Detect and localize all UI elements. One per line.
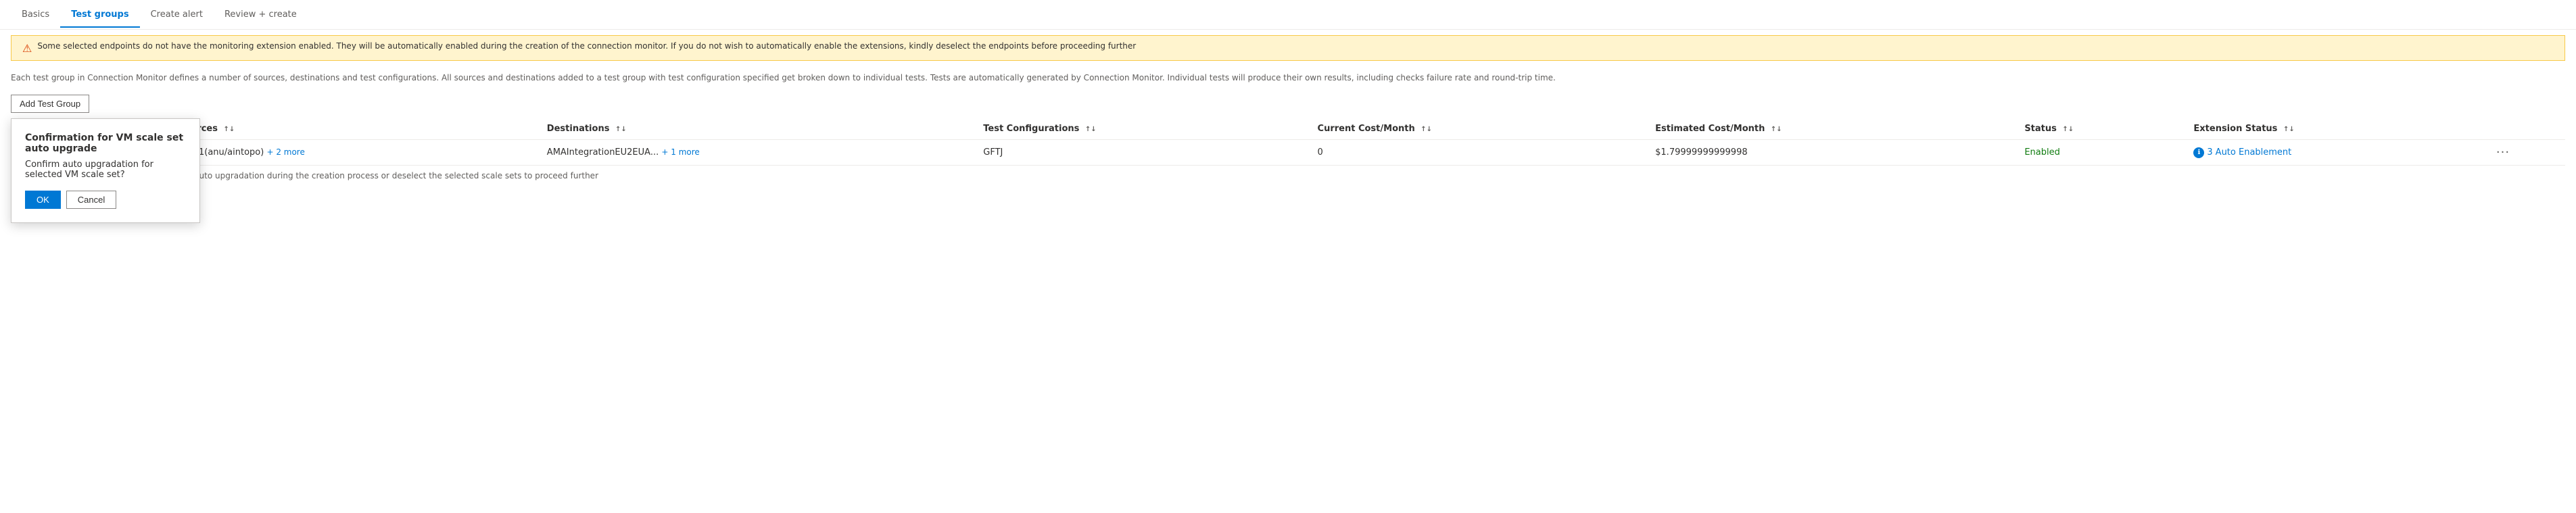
col-estimated-cost: Estimated Cost/Month ↑↓ — [1647, 118, 2016, 140]
row-sources-more[interactable]: + 2 more — [266, 147, 304, 157]
row-estimated-cost-text: $1.79999999999998 — [1655, 147, 1747, 157]
vm-warning-section: Watcher extension enablement. Kindly all… — [11, 171, 2565, 180]
row-more-actions: ··· — [2488, 140, 2565, 166]
row-estimated-cost: $1.79999999999998 — [1647, 140, 2016, 166]
sort-status-icon[interactable]: ↑↓ — [2062, 126, 2074, 133]
sort-extension-icon[interactable]: ↑↓ — [2283, 126, 2295, 133]
row-extension-status: ℹ 3 Auto Enablement — [2185, 140, 2487, 166]
add-test-group-button[interactable]: Add Test Group — [11, 95, 89, 113]
extension-icon: ℹ — [2193, 147, 2204, 158]
modal-dialog: Confirmation for VM scale set auto upgra… — [11, 118, 200, 223]
table-container: Name ↑↓ Sources ↑↓ Destinations ↑↓ Test … — [0, 118, 2576, 166]
description-text: Each test group in Connection Monitor de… — [0, 66, 2576, 89]
row-destinations-text: AMAIntegrationEU2EUA... — [547, 147, 659, 157]
sort-destinations-icon[interactable]: ↑↓ — [615, 126, 627, 133]
col-extension-status: Extension Status ↑↓ — [2185, 118, 2487, 140]
tab-create-alert[interactable]: Create alert — [140, 3, 214, 28]
modal-body: Confirm auto upgradation for selected VM… — [25, 160, 186, 180]
col-sources: Sources ↑↓ — [170, 118, 539, 140]
modal-title: Confirmation for VM scale set auto upgra… — [25, 132, 186, 154]
row-status-text: Enabled — [2024, 147, 2060, 157]
col-destinations: Destinations ↑↓ — [539, 118, 975, 140]
warning-icon: ⚠ — [22, 42, 32, 55]
tab-test-groups[interactable]: Test groups — [60, 3, 139, 28]
extension-badge: ℹ 3 Auto Enablement — [2193, 147, 2291, 158]
col-current-cost: Current Cost/Month ↑↓ — [1310, 118, 1648, 140]
col-status: Status ↑↓ — [2016, 118, 2185, 140]
warning-banner: ⚠ Some selected endpoints do not have th… — [11, 35, 2565, 61]
row-destinations: AMAIntegrationEU2EUA... + 1 more — [539, 140, 975, 166]
extension-label-text: Auto Enablement — [2216, 147, 2292, 157]
tab-review-create[interactable]: Review + create — [214, 3, 308, 28]
network-watcher-section: Enable Network watcher extension i — [0, 186, 2576, 207]
row-test-configurations: GFTJ — [975, 140, 1309, 166]
tabs-bar: Basics Test groups Create alert Review +… — [0, 0, 2576, 30]
modal-cancel-button[interactable]: Cancel — [66, 191, 116, 209]
toolbar: Add Test Group — [0, 89, 2576, 118]
sort-test-config-icon[interactable]: ↑↓ — [1085, 126, 1097, 133]
table-row: SCFAC Vnet1(anu/aintopo) + 2 more AMAInt… — [11, 140, 2565, 166]
col-test-configurations: Test Configurations ↑↓ — [975, 118, 1309, 140]
extension-count: 3 — [2207, 147, 2212, 157]
sort-current-cost-icon[interactable]: ↑↓ — [1421, 126, 1432, 133]
row-sources: Vnet1(anu/aintopo) + 2 more — [170, 140, 539, 166]
warning-text: Some selected endpoints do not have the … — [37, 41, 1136, 51]
modal-actions: OK Cancel — [25, 191, 186, 209]
row-destinations-more[interactable]: + 1 more — [661, 147, 699, 157]
sort-sources-icon[interactable]: ↑↓ — [224, 126, 235, 133]
modal-ok-button[interactable]: OK — [25, 191, 61, 209]
tab-basics[interactable]: Basics — [11, 3, 60, 28]
row-test-config-text: GFTJ — [983, 147, 1003, 157]
col-actions-header — [2488, 118, 2565, 140]
data-table: Name ↑↓ Sources ↑↓ Destinations ↑↓ Test … — [11, 118, 2565, 166]
more-actions-button[interactable]: ··· — [2496, 145, 2510, 160]
row-status: Enabled — [2016, 140, 2185, 166]
sort-estimated-cost-icon[interactable]: ↑↓ — [1771, 126, 1782, 133]
row-current-cost: 0 — [1310, 140, 1648, 166]
row-current-cost-text: 0 — [1318, 147, 1323, 157]
